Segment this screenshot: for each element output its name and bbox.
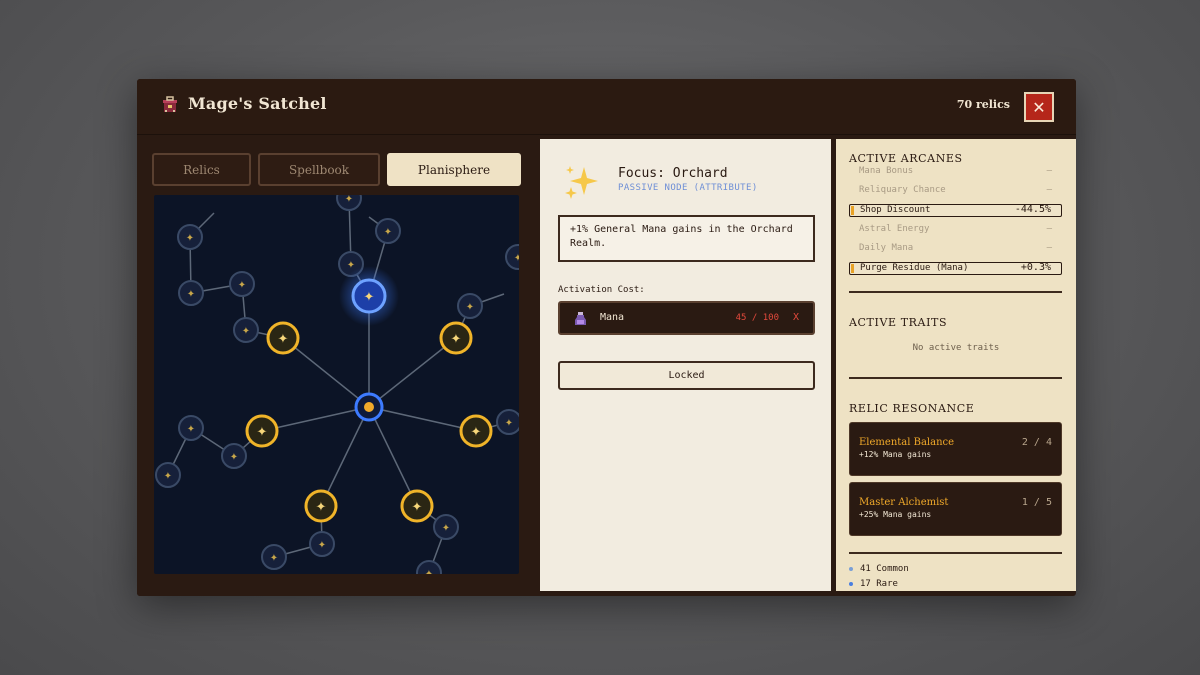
node-description: +1% General Mana gains in the Orchard Re… [558, 215, 815, 262]
svg-text:✦: ✦ [318, 540, 326, 551]
mana-potion-icon [575, 312, 586, 325]
arcane-row: Mana Bonus — [849, 166, 1062, 179]
activate-button[interactable]: Locked [558, 361, 815, 390]
arcane-name: Daily Mana [859, 243, 914, 253]
resonance-count: 2 / 4 [1021, 437, 1052, 448]
satchel-modal: Mage's Satchel 70 relics ✕ Relics Spellb… [137, 79, 1076, 596]
rarity-label: 41 Common [860, 564, 909, 574]
tree-nodes: ✦ ✦ ✦ ✦ ✦ ✦ ✦ ✦ ✦ ✦ ✦ ✦ ✦ ✦ ✦ ✦ ✦ ✦ ✦ ✦ ✦ ✦ ✦ [155, 195, 519, 574]
node-type: PASSIVE NODE (ATTRIBUTE) [618, 183, 758, 193]
svg-text:✦: ✦ [270, 553, 278, 564]
svg-text:✦: ✦ [278, 332, 289, 347]
cost-row: Mana 45 / 100 X [558, 301, 815, 335]
section-divider [849, 291, 1062, 293]
resonance-title: RELIC RESONANCE [849, 402, 975, 415]
resonance-effect: +25% Mana gains [859, 510, 932, 519]
modal-header: Mage's Satchel 70 relics ✕ [137, 79, 1076, 135]
rarity-label: 17 Rare [860, 579, 898, 589]
skill-tree-svg: ✦ ✦ ✦ ✦ ✦ ✦ ✦ ✦ ✦ ✦ ✦ ✦ ✦ ✦ ✦ ✦ ✦ ✦ ✦ ✦ ✦ ✦ ✦ [155, 195, 519, 574]
arcane-name: Purge Residue (Mana) [860, 263, 969, 273]
close-button[interactable]: ✕ [1024, 92, 1054, 122]
arcane-name: Shop Discount [860, 205, 931, 215]
dim-node [155, 195, 519, 574]
svg-text:✦: ✦ [442, 523, 450, 534]
svg-text:✦: ✦ [347, 260, 355, 271]
svg-text:✦: ✦ [471, 425, 482, 440]
resonance-effect: +12% Mana gains [859, 450, 932, 459]
arcane-row: Reliquary Chance — [849, 185, 1062, 198]
tree-links [167, 197, 510, 574]
svg-text:✦: ✦ [186, 233, 194, 244]
arcane-value: -44.5% [1014, 204, 1051, 215]
svg-text:✦: ✦ [242, 326, 250, 337]
arcanes-title: ACTIVE ARCANES [849, 152, 963, 165]
node-details-panel: Focus: Orchard PASSIVE NODE (ATTRIBUTE) … [540, 139, 831, 591]
sparkle-icon [565, 166, 598, 199]
svg-text:✦: ✦ [257, 425, 268, 440]
svg-text:✦: ✦ [364, 290, 375, 305]
svg-text:✦: ✦ [345, 195, 353, 205]
svg-text:✦: ✦ [187, 424, 195, 435]
svg-text:✦: ✦ [466, 302, 474, 313]
svg-text:✦: ✦ [230, 452, 238, 463]
traits-title: ACTIVE TRAITS [849, 316, 948, 329]
arcane-value: — [1046, 224, 1052, 234]
svg-text:✦: ✦ [316, 500, 327, 515]
svg-text:✦: ✦ [451, 332, 462, 347]
cost-label: Activation Cost: [558, 285, 645, 295]
relic-count: 70 relics [956, 98, 1010, 111]
traits-empty: No active traits [912, 343, 1000, 353]
tab-planisphere[interactable]: Planisphere [387, 153, 521, 186]
arcane-row: Astral Energy — [849, 224, 1062, 237]
cost-unmet-icon: X [792, 312, 799, 323]
arcane-name: Astral Energy [859, 224, 930, 234]
arcane-row-active: Purge Residue (Mana) +0.3% [849, 262, 1062, 275]
rarity-row: 41 Common [849, 564, 909, 574]
satchel-icon [163, 96, 177, 112]
svg-text:✦: ✦ [412, 500, 423, 515]
svg-text:✦: ✦ [164, 471, 172, 482]
resonance-count: 1 / 5 [1021, 497, 1052, 508]
cost-value: 45 / 100 [735, 313, 779, 323]
arcane-value: — [1046, 243, 1052, 253]
arcane-value: +0.3% [1020, 262, 1051, 273]
node-title: Focus: Orchard [618, 166, 728, 181]
svg-text:✦: ✦ [425, 569, 433, 574]
tab-relics[interactable]: Relics [152, 153, 251, 186]
arcane-name: Reliquary Chance [859, 185, 946, 195]
arcane-value: — [1046, 166, 1052, 176]
left-panel: Relics Spellbook Planisphere ✦ ✦ ✦ ✦ ✦ ✦… [137, 135, 540, 596]
section-divider [849, 377, 1062, 379]
modal-title: Mage's Satchel [188, 94, 327, 113]
rarity-dot [849, 581, 853, 586]
svg-text:✦: ✦ [187, 289, 195, 300]
rarity-dot [849, 566, 853, 571]
resonance-name: Master Alchemist [859, 497, 949, 508]
arcane-value: — [1046, 185, 1052, 195]
resonance-name: Elemental Balance [859, 437, 955, 448]
tab-spellbook[interactable]: Spellbook [258, 153, 380, 186]
arcane-row-active: Shop Discount -44.5% [849, 204, 1062, 217]
rarity-row: 17 Rare [849, 579, 898, 589]
arcane-row: Daily Mana — [849, 243, 1062, 256]
resonance-card[interactable]: Elemental Balance +12% Mana gains 2 / 4 [849, 422, 1062, 476]
svg-text:✦: ✦ [505, 418, 513, 429]
summary-panel: ACTIVE ARCANES Mana Bonus — Reliquary Ch… [836, 139, 1076, 591]
cost-resource: Mana [600, 312, 625, 323]
planisphere-map[interactable]: ✦ ✦ ✦ ✦ ✦ ✦ ✦ ✦ ✦ ✦ ✦ ✦ ✦ ✦ ✦ ✦ ✦ ✦ ✦ ✦ ✦ [154, 195, 519, 574]
svg-text:✦: ✦ [384, 227, 392, 238]
section-divider [849, 552, 1062, 554]
arcane-name: Mana Bonus [859, 166, 914, 176]
svg-text:✦: ✦ [238, 280, 246, 291]
svg-text:✦: ✦ [514, 253, 519, 264]
resonance-card[interactable]: Master Alchemist +25% Mana gains 1 / 5 [849, 482, 1062, 536]
